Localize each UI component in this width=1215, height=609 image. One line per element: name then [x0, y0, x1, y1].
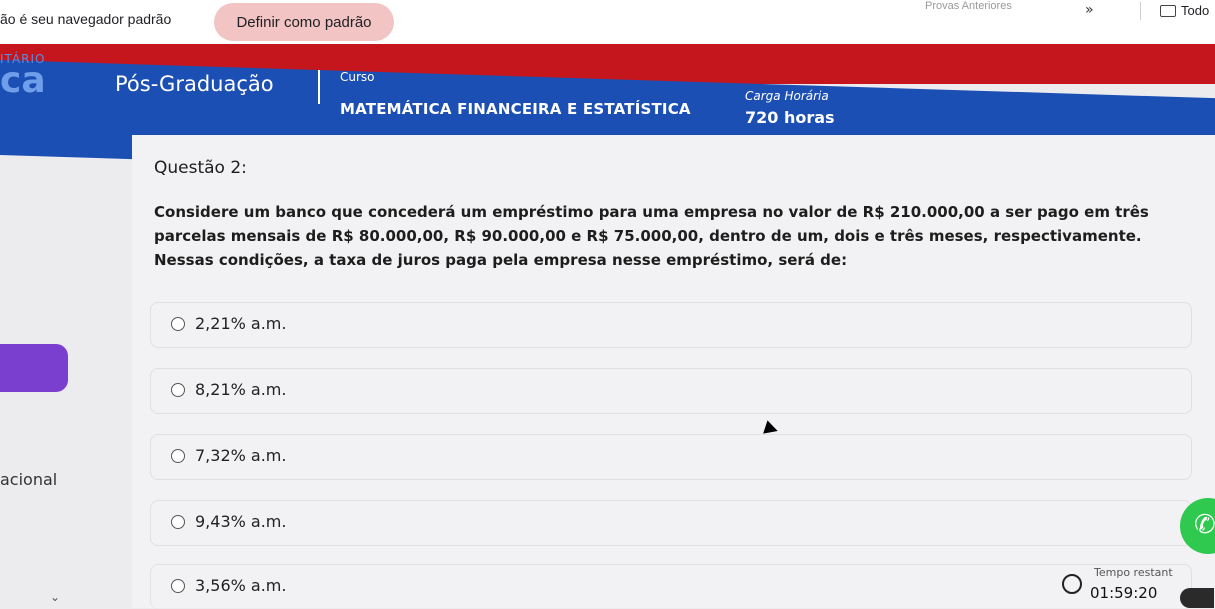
answer-option-label: 2,21% a.m. — [195, 314, 287, 333]
radio-button[interactable] — [171, 579, 185, 593]
sidebar-active-item[interactable] — [0, 344, 68, 392]
hours-label: Carga Horária — [745, 89, 829, 103]
header-divider — [318, 70, 320, 104]
answer-option-c[interactable]: 7,32% a.m. — [150, 434, 1192, 480]
time-remaining-label: Tempo restant — [1094, 566, 1173, 579]
radio-button[interactable] — [171, 515, 185, 529]
program-title: Pós-Graduação — [115, 72, 274, 96]
question-line: Nessas condições, a taxa de juros paga p… — [154, 251, 848, 269]
answer-option-label: 7,32% a.m. — [195, 446, 287, 465]
answer-option-b[interactable]: 8,21% a.m. — [150, 368, 1192, 414]
answer-option-d[interactable]: 9,43% a.m. — [150, 500, 1192, 546]
time-remaining-value: 01:59:20 — [1090, 584, 1158, 602]
phone-icon: ✆ — [1194, 510, 1215, 540]
radio-button[interactable] — [171, 317, 185, 331]
radio-button[interactable] — [171, 383, 185, 397]
chevron-down-icon[interactable]: ⌄ — [50, 590, 60, 604]
course-label: Curso — [340, 70, 375, 84]
logo: ca — [0, 60, 46, 101]
radio-button[interactable] — [171, 449, 185, 463]
timer-toggle[interactable] — [1180, 588, 1214, 608]
answer-option-a[interactable]: 2,21% a.m. — [150, 302, 1192, 348]
question-line: parcelas mensais de R$ 80.000,00, R$ 90.… — [154, 227, 1142, 245]
course-name: MATEMÁTICA FINANCEIRA E ESTATÍSTICA — [340, 100, 691, 118]
timer-icon — [1062, 574, 1082, 594]
answer-option-label: 9,43% a.m. — [195, 512, 287, 531]
hours-value: 720 horas — [745, 108, 835, 127]
answer-option-label: 3,56% a.m. — [195, 576, 287, 595]
sidebar-item-label[interactable]: acional — [0, 470, 57, 489]
question-text: Considere um banco que concederá um empr… — [154, 200, 1204, 272]
answer-option-label: 8,21% a.m. — [195, 380, 287, 399]
question-line: Considere um banco que concederá um empr… — [154, 203, 1149, 221]
question-title: Questão 2: — [154, 158, 247, 178]
answer-option-e[interactable]: 3,56% a.m. — [150, 564, 1192, 609]
